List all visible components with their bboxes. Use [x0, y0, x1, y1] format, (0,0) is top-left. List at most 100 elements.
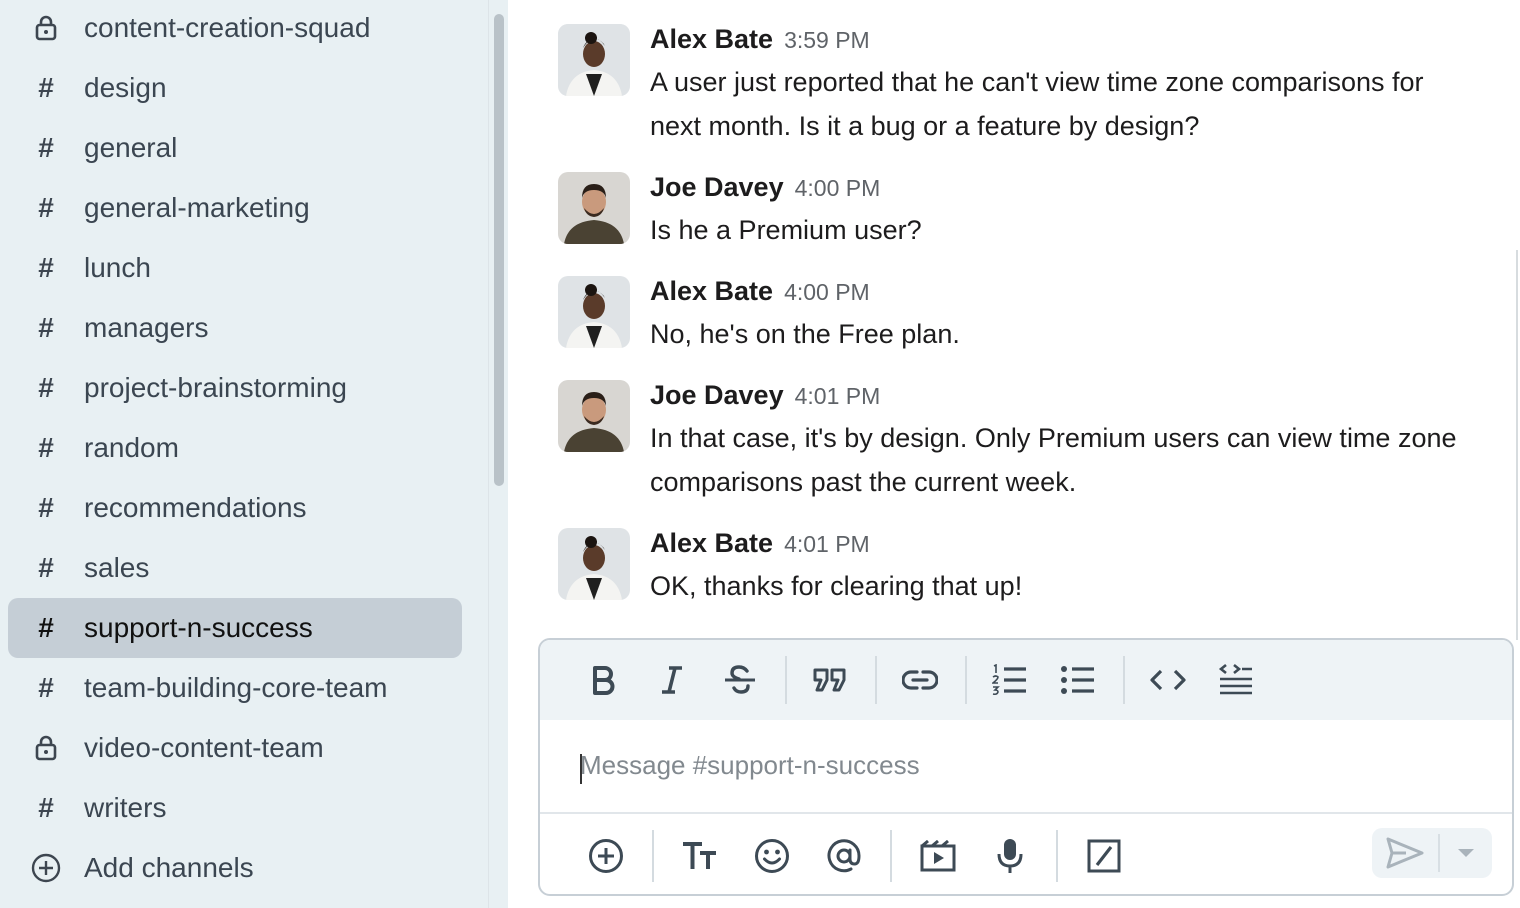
message-text: Is he a Premium user? — [650, 215, 922, 245]
sidebar-item-label: project-brainstorming — [84, 372, 347, 403]
sidebar-item-content-creation-squad[interactable]: content-creation-squad — [8, 0, 462, 58]
sidebar-item-label: recommendations — [84, 492, 307, 523]
sidebar-item-general-marketing[interactable]: # general-marketing — [8, 178, 462, 238]
send-button-group — [1372, 828, 1492, 878]
chevron-down-icon[interactable] — [1440, 828, 1492, 878]
slash-command-icon[interactable] — [1080, 832, 1128, 880]
hash-icon: # — [38, 192, 54, 223]
sidebar-item-sales[interactable]: # sales — [8, 538, 462, 598]
sidebar-item-label: team-building-core-team — [84, 672, 388, 703]
hash-icon: # — [38, 252, 54, 283]
message-timestamp[interactable]: 4:00 PM — [795, 175, 881, 202]
message-header: Alex Bate 3:59 PM — [650, 24, 1480, 58]
avatar[interactable] — [558, 172, 630, 244]
message-scrollbar[interactable] — [1516, 250, 1518, 640]
message-composer: Message #support-n-success — [538, 638, 1514, 896]
toolbar-divider — [785, 656, 787, 704]
message-timestamp[interactable]: 3:59 PM — [784, 27, 870, 54]
message-body: Alex Bate 3:59 PM A user just reported t… — [650, 24, 1480, 148]
scrollbar-thumb[interactable] — [494, 14, 504, 486]
message-input-placeholder: Message #support-n-success — [580, 750, 920, 780]
hash-icon: # — [38, 312, 54, 343]
sidebar-item-writers[interactable]: # writers — [8, 778, 462, 838]
message-pane: Alex Bate 3:59 PM A user just reported t… — [508, 0, 1520, 908]
italic-icon[interactable] — [650, 658, 694, 702]
message-header: Alex Bate 4:00 PM — [650, 276, 1480, 310]
quote-icon[interactable] — [808, 658, 852, 702]
sidebar-item-label: content-creation-squad — [84, 12, 371, 43]
avatar[interactable] — [558, 528, 630, 600]
avatar[interactable] — [558, 380, 630, 452]
sidebar-item-managers[interactable]: # managers — [8, 298, 462, 358]
composer-actions — [540, 816, 1512, 894]
sidebar-item-lunch[interactable]: # lunch — [8, 238, 462, 298]
bold-icon[interactable] — [582, 658, 626, 702]
sidebar-item-label: general — [84, 132, 178, 163]
hash-icon: # — [38, 432, 54, 463]
message-text: OK, thanks for clearing that up! — [650, 571, 1023, 601]
message-input[interactable]: Message #support-n-success — [540, 720, 1512, 814]
sidebar-item-general[interactable]: # general — [8, 118, 462, 178]
message-body: Joe Davey 4:01 PM In that case, it's by … — [650, 380, 1480, 504]
message-author[interactable]: Joe Davey — [650, 380, 784, 411]
message-timestamp[interactable]: 4:00 PM — [784, 279, 870, 306]
message-body: Joe Davey 4:00 PM Is he a Premium user? — [650, 172, 1480, 252]
sidebar-item-label: design — [84, 72, 167, 103]
hash-icon: # — [38, 672, 54, 703]
toolbar-divider — [652, 830, 654, 882]
emoji-icon[interactable] — [748, 832, 796, 880]
plus-circle-icon — [8, 853, 84, 883]
hash-icon: # — [38, 612, 54, 643]
sidebar-item-recommendations[interactable]: # recommendations — [8, 478, 462, 538]
hash-icon: # — [38, 552, 54, 583]
message-text: In that case, it's by design. Only Premi… — [650, 423, 1457, 497]
channel-sidebar: content-creation-squad # design # genera… — [0, 0, 488, 908]
video-clip-icon[interactable] — [914, 832, 962, 880]
add-channels-button[interactable]: Add channels — [8, 838, 462, 898]
avatar[interactable] — [558, 276, 630, 348]
toolbar-divider — [1123, 656, 1125, 704]
sidebar-item-design[interactable]: # design — [8, 58, 462, 118]
toolbar-divider — [965, 656, 967, 704]
ordered-list-icon[interactable] — [988, 658, 1032, 702]
message-text: A user just reported that he can't view … — [650, 67, 1424, 141]
add-channels-label: Add channels — [84, 852, 254, 883]
toolbar-divider — [875, 656, 877, 704]
hash-icon: # — [38, 792, 54, 823]
hash-icon: # — [38, 372, 54, 403]
sidebar-item-video-content-team[interactable]: video-content-team — [8, 718, 462, 778]
message-author[interactable]: Alex Bate — [650, 528, 773, 559]
message-author[interactable]: Joe Davey — [650, 172, 784, 203]
message-author[interactable]: Alex Bate — [650, 276, 773, 307]
avatar[interactable] — [558, 24, 630, 96]
sidebar-item-team-building-core-team[interactable]: # team-building-core-team — [8, 658, 462, 718]
link-icon[interactable] — [898, 658, 942, 702]
mention-icon[interactable] — [820, 832, 868, 880]
sidebar-item-label: support-n-success — [84, 612, 313, 643]
microphone-icon[interactable] — [986, 832, 1034, 880]
sidebar-item-support-n-success[interactable]: # support-n-success — [8, 598, 462, 658]
hash-icon: # — [38, 492, 54, 523]
sidebar-item-label: sales — [84, 552, 150, 583]
message-author[interactable]: Alex Bate — [650, 24, 773, 55]
sidebar-item-project-brainstorming[interactable]: # project-brainstorming — [8, 358, 462, 418]
send-icon[interactable] — [1372, 828, 1438, 878]
code-block-icon[interactable] — [1214, 658, 1258, 702]
sidebar-item-random[interactable]: # random — [8, 418, 462, 478]
plus-icon[interactable] — [582, 832, 630, 880]
hash-icon: # — [38, 132, 54, 163]
bulleted-list-icon[interactable] — [1056, 658, 1100, 702]
code-icon[interactable] — [1146, 658, 1190, 702]
strikethrough-icon[interactable] — [718, 658, 762, 702]
sidebar-scrollbar[interactable] — [488, 0, 508, 908]
sidebar-item-label: general-marketing — [84, 192, 310, 223]
text-format-icon[interactable] — [676, 832, 724, 880]
sidebar-item-label: writers — [84, 792, 167, 823]
formatting-toolbar — [540, 640, 1512, 720]
message-body: Alex Bate 4:01 PM OK, thanks for clearin… — [650, 528, 1480, 608]
toolbar-divider — [890, 830, 892, 882]
message-timestamp[interactable]: 4:01 PM — [784, 531, 870, 558]
message-timestamp[interactable]: 4:01 PM — [795, 383, 881, 410]
hash-icon: # — [38, 72, 54, 103]
sidebar-item-label: video-content-team — [84, 732, 324, 763]
